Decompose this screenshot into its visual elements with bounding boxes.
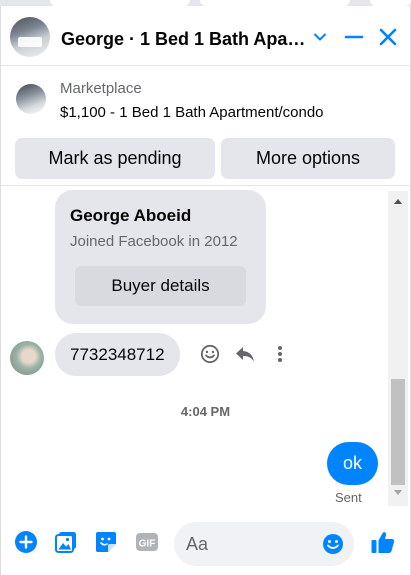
buyer-name: George Aboeid (70, 206, 192, 225)
mark-as-pending-button[interactable]: Mark as pending (15, 138, 215, 179)
chevron-down-icon[interactable] (307, 24, 333, 50)
incoming-message-bubble[interactable]: 7732348712 (55, 333, 180, 376)
message-input-wrapper (174, 522, 354, 566)
message-timestamp: 4:04 PM (180, 404, 231, 419)
more-options-button[interactable]: More options (221, 138, 395, 179)
photo-icon[interactable] (53, 529, 79, 555)
marketplace-label: Marketplace (60, 80, 142, 97)
outgoing-message-bubble[interactable]: ok (327, 442, 378, 485)
listing-thumbnail[interactable] (16, 84, 46, 114)
sticker-icon[interactable] (93, 529, 119, 555)
chat-window: George · 1 Bed 1 Bath Apartment/condo Ma… (0, 6, 411, 575)
gif-label: GIF (139, 539, 156, 550)
buyer-joined-text: Joined Facebook in 2012 (70, 233, 238, 250)
outgoing-message-text: ok (342, 453, 362, 473)
reply-icon[interactable] (234, 343, 256, 365)
chat-header: George · 1 Bed 1 Bath Apartment/condo (1, 6, 410, 66)
scroll-down-arrow-icon[interactable] (394, 490, 402, 495)
incoming-message-text: 7732348712 (70, 344, 165, 364)
close-icon[interactable] (375, 24, 401, 50)
chat-title[interactable]: George · 1 Bed 1 Bath Apartment/condo (61, 28, 307, 50)
message-input[interactable] (186, 522, 316, 566)
buyer-details-button[interactable]: Buyer details (75, 266, 246, 306)
avatar[interactable] (10, 341, 44, 375)
more-vertical-icon[interactable] (269, 343, 291, 365)
thread-scrollbar[interactable] (388, 191, 408, 506)
plus-icon[interactable] (13, 529, 39, 555)
gif-icon[interactable]: GIF (134, 529, 160, 555)
minimize-icon[interactable] (341, 24, 367, 50)
marketplace-listing-panel: Marketplace $1,100 - 1 Bed 1 Bath Apartm… (1, 66, 410, 186)
scroll-up-arrow-icon[interactable] (394, 199, 402, 204)
listing-title[interactable]: $1,100 - 1 Bed 1 Bath Apartment/condo (60, 104, 324, 121)
emoji-icon[interactable] (322, 533, 344, 555)
smile-icon[interactable] (199, 343, 221, 365)
buyer-profile-card: George Aboeid Joined Facebook in 2012 Bu… (55, 190, 266, 324)
listing-avatar[interactable] (10, 17, 50, 57)
message-thread: George Aboeid Joined Facebook in 2012 Bu… (1, 187, 410, 505)
message-status: Sent (335, 490, 362, 505)
thumbs-up-icon[interactable] (370, 529, 396, 555)
message-composer: GIF (1, 511, 410, 575)
scrollbar-thumb[interactable] (391, 379, 405, 485)
